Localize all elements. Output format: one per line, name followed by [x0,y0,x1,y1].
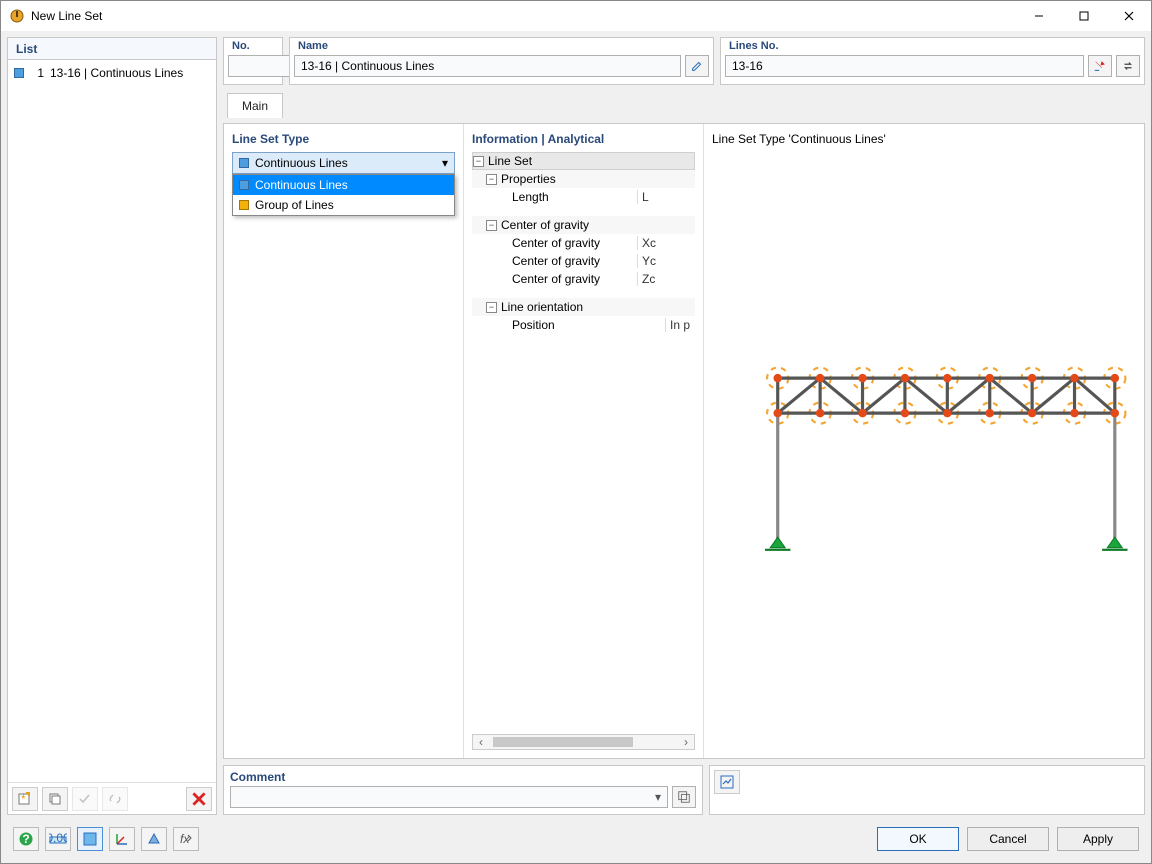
chevron-down-icon: ▾ [442,156,448,170]
tree-position: Position In p [472,316,695,334]
info-hscrollbar[interactable]: ‹ › [472,734,695,750]
right-area: No. Name Lines No. [223,37,1145,815]
rename-button[interactable] [685,55,709,77]
copy-item-button[interactable] [42,787,68,811]
pick-lines-button[interactable] [1088,55,1112,77]
info-title: Information | Analytical [472,132,695,146]
titlebar: New Line Set [1,1,1151,31]
help-button[interactable]: ? [13,827,39,851]
window-title: New Line Set [31,9,1016,23]
info-col: Information | Analytical − Line Set − Pr… [464,124,704,758]
comment-panel: Comment ▾ [223,765,703,815]
tree-cog-y: Center of gravity Yc [472,252,695,270]
lineset-type-col: Line Set Type Continuous Lines ▾ Continu… [224,124,464,758]
chevron-down-icon: ▾ [655,790,661,804]
no-cell: No. [223,37,283,85]
lines-label: Lines No. [721,38,1144,52]
tree-length: Length L [472,188,695,206]
list-header: List [8,38,216,60]
axes-button[interactable] [109,827,135,851]
tree-cog-z: Center of gravity Zc [472,270,695,288]
reverse-lines-button[interactable] [1116,55,1140,77]
view-button[interactable] [77,827,103,851]
preview-mode-button[interactable] [714,770,740,794]
svg-text:0,00: 0,00 [49,832,67,845]
option-label: Group of Lines [255,198,334,212]
scroll-thumb[interactable] [493,737,633,747]
cancel-button[interactable]: Cancel [967,827,1049,851]
tree-cog[interactable]: − Center of gravity [472,216,695,234]
scroll-right-icon[interactable]: › [678,735,694,749]
option-color-icon [239,180,249,190]
app-icon [9,8,25,24]
list-panel: List 1 13-16 | Continuous Lines * [7,37,217,815]
truss-drawing [765,368,1128,550]
preview-canvas [712,150,1136,708]
tree-root[interactable]: − Line Set [472,152,695,170]
dropdown-list: Continuous Lines Group of Lines [232,174,455,216]
collapse-icon[interactable]: − [486,302,497,313]
preview-toolbar [709,765,1145,815]
lineset-type-dropdown[interactable]: Continuous Lines ▾ Continuous Lines Grou… [232,152,455,174]
tab-content: Line Set Type Continuous Lines ▾ Continu… [223,123,1145,759]
item-index: 1 [28,66,44,80]
tab-strip: Main [223,91,1145,117]
preview-title: Line Set Type 'Continuous Lines' [712,132,1136,146]
collapse-icon[interactable]: − [486,174,497,185]
dropdown-selected: Continuous Lines [255,156,348,170]
svg-text:fx: fx [180,832,190,846]
close-button[interactable] [1106,1,1151,31]
dialog-window: New Line Set List 1 13-16 | Continuous L… [0,0,1152,864]
bottom-bar: ? 0,00 fx OK Cancel Apply [7,821,1145,857]
preview-col: Line Set Type 'Continuous Lines' [704,124,1144,758]
list-actions: * [8,782,216,814]
tree-properties[interactable]: − Properties [472,170,695,188]
render-button[interactable] [141,827,167,851]
minimize-button[interactable] [1016,1,1061,31]
window-controls [1016,1,1151,31]
tab-main[interactable]: Main [227,93,283,118]
content-area: List 1 13-16 | Continuous Lines * [1,31,1151,863]
name-cell: Name [289,37,714,85]
scroll-left-icon[interactable]: ‹ [473,735,489,749]
name-input[interactable] [294,55,681,77]
dropdown-option-group[interactable]: Group of Lines [233,195,454,215]
name-label: Name [290,38,713,52]
tree-orientation[interactable]: − Line orientation [472,298,695,316]
comment-extra-button[interactable] [672,786,696,808]
dropdown-color-icon [239,158,249,168]
check-button [72,787,98,811]
units-button[interactable]: 0,00 [45,827,71,851]
function-button[interactable]: fx [173,827,199,851]
dialog-buttons: OK Cancel Apply [877,827,1139,851]
bottom-left-icons: ? 0,00 fx [13,827,199,851]
collapse-icon[interactable]: − [473,156,484,167]
svg-text:?: ? [22,832,29,846]
item-color-icon [14,68,24,78]
list-body: 1 13-16 | Continuous Lines [8,60,216,782]
new-item-button[interactable]: * [12,787,38,811]
dropdown-option-continuous[interactable]: Continuous Lines [233,175,454,195]
item-label: 13-16 | Continuous Lines [50,66,183,80]
option-color-icon [239,200,249,210]
ok-button[interactable]: OK [877,827,959,851]
svg-text:*: * [21,792,26,806]
top-row: No. Name Lines No. [223,37,1145,85]
option-label: Continuous Lines [255,178,348,192]
comment-label: Comment [230,770,696,784]
info-tree: − Line Set − Properties Length L [472,152,695,334]
tree-cog-x: Center of gravity Xc [472,234,695,252]
maximize-button[interactable] [1061,1,1106,31]
lines-cell: Lines No. [720,37,1145,85]
no-label: No. [224,38,282,52]
comment-combo[interactable]: ▾ [230,786,668,808]
list-item[interactable]: 1 13-16 | Continuous Lines [8,64,216,82]
dropdown-button[interactable]: Continuous Lines ▾ [232,152,455,174]
lines-input[interactable] [725,55,1084,77]
link-button [102,787,128,811]
lineset-type-title: Line Set Type [232,132,455,146]
apply-button[interactable]: Apply [1057,827,1139,851]
collapse-icon[interactable]: − [486,220,497,231]
delete-item-button[interactable] [186,787,212,811]
